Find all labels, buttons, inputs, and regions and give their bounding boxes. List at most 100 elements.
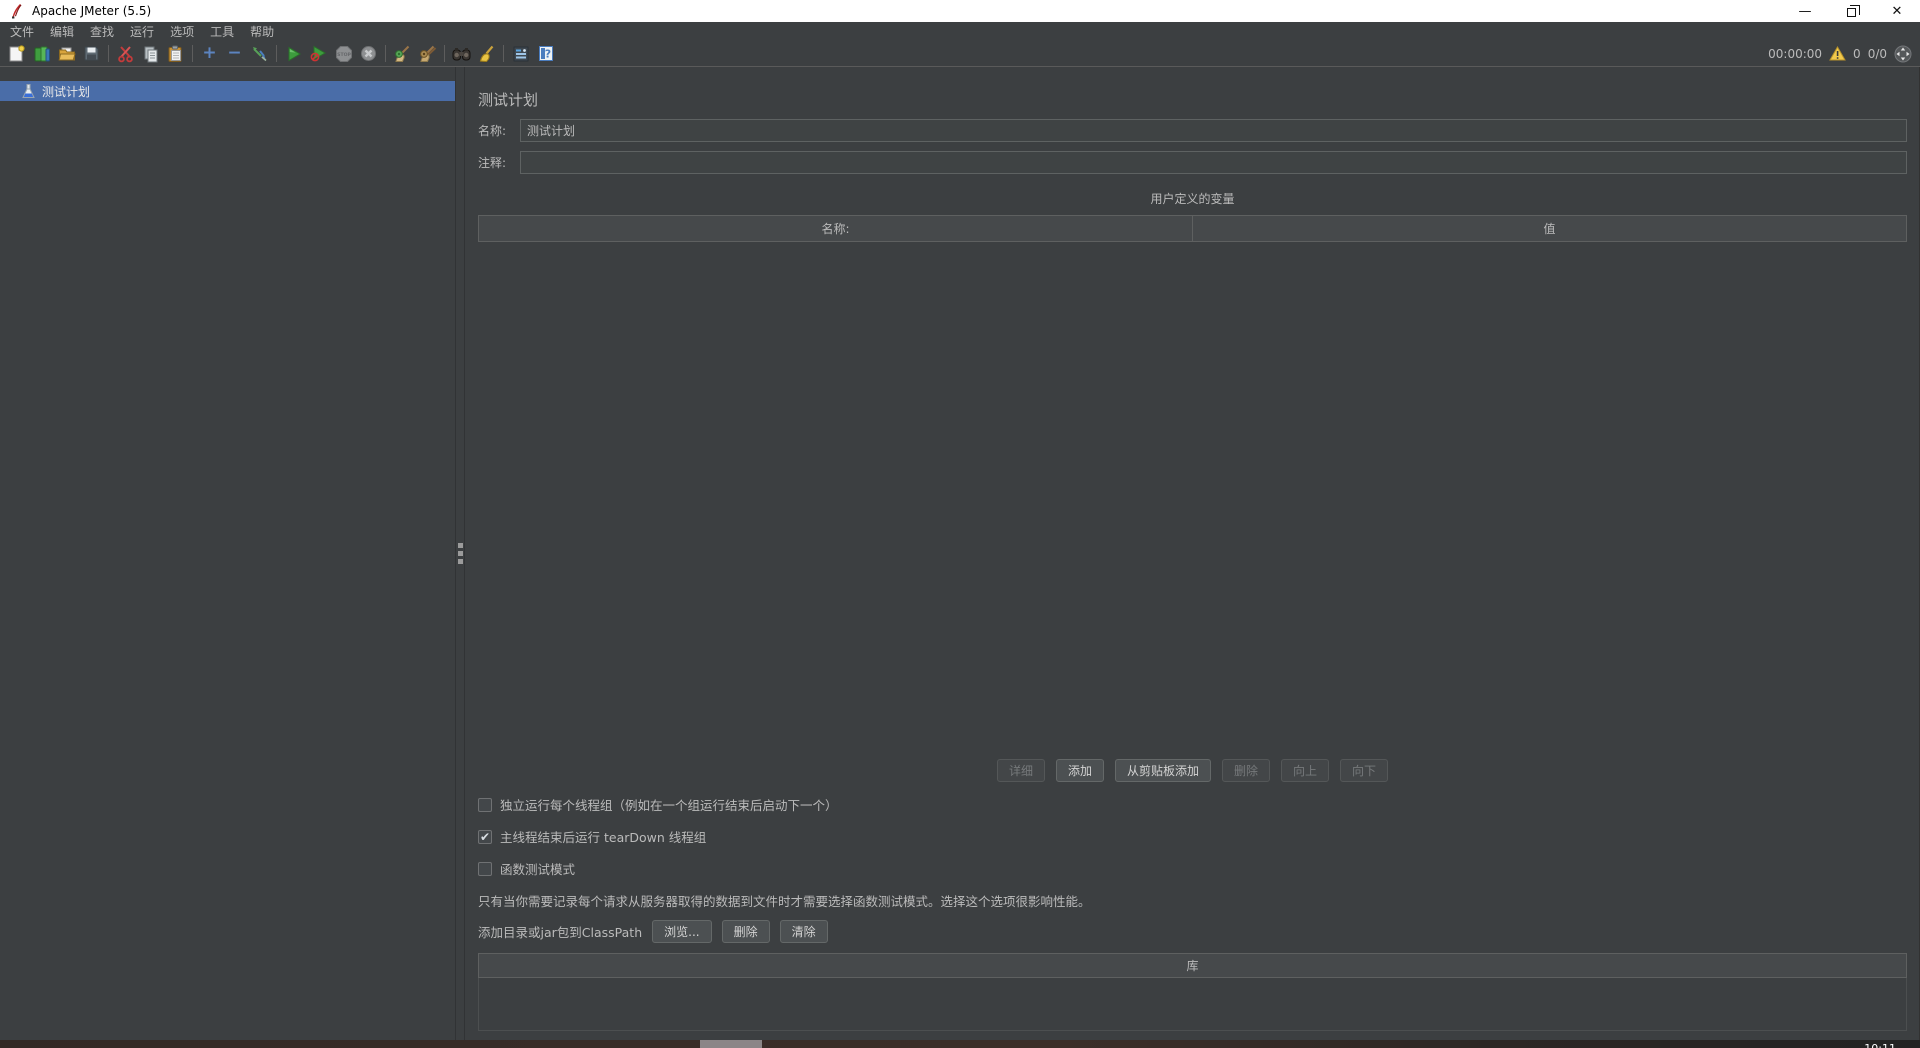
functional-mode-checkbox[interactable] bbox=[478, 861, 492, 876]
variables-button-row: 详细 添加 从剪贴板添加 删除 向上 向下 bbox=[478, 759, 1907, 782]
clear-all-button[interactable] bbox=[415, 42, 440, 65]
warning-count: 0 bbox=[1853, 46, 1861, 61]
paste-button[interactable] bbox=[163, 42, 188, 65]
restore-button[interactable] bbox=[1828, 0, 1874, 22]
copy-button[interactable] bbox=[138, 42, 163, 65]
classpath-delete-button[interactable]: 删除 bbox=[721, 920, 770, 943]
log-warning-icon[interactable] bbox=[1829, 46, 1846, 61]
new-file-button[interactable] bbox=[4, 42, 29, 65]
comment-field-row: 注释: bbox=[478, 151, 1907, 174]
cut-scissors-icon bbox=[117, 45, 133, 62]
collapse-all-button[interactable]: − bbox=[222, 42, 247, 65]
svg-text:?: ? bbox=[544, 48, 550, 61]
clear-button[interactable] bbox=[390, 42, 415, 65]
page-title: 测试计划 bbox=[478, 91, 539, 109]
name-label: 名称: bbox=[478, 124, 507, 138]
minimize-button[interactable]: — bbox=[1782, 0, 1828, 22]
column-header-name[interactable]: 名称: bbox=[479, 216, 1192, 241]
shutdown-x-icon bbox=[361, 46, 376, 61]
cut-button[interactable] bbox=[113, 42, 138, 65]
serialize-threadgroups-row: 独立运行每个线程组（例如在一个组运行结束后启动下一个） bbox=[478, 795, 1907, 814]
stop-button[interactable]: STOP bbox=[331, 42, 356, 65]
column-header-value[interactable]: 值 bbox=[1192, 216, 1906, 241]
function-helper-button[interactable] bbox=[508, 42, 533, 65]
menu-bar: 文件 编辑 查找 运行 选项 工具 帮助 bbox=[0, 22, 1920, 41]
start-button[interactable] bbox=[281, 42, 306, 65]
move-down-button[interactable]: 向下 bbox=[1340, 759, 1389, 782]
serialize-threadgroups-label: 独立运行每个线程组（例如在一个组运行结束后启动下一个） bbox=[500, 798, 838, 813]
start-play-icon bbox=[288, 46, 301, 61]
splitter-grip-dot bbox=[457, 559, 463, 564]
save-button[interactable] bbox=[79, 42, 104, 65]
window-title: Apache JMeter (5.5) bbox=[32, 4, 152, 18]
templates-icon bbox=[34, 46, 50, 61]
toggle-button[interactable] bbox=[247, 42, 272, 65]
toolbar-separator bbox=[192, 45, 193, 62]
tree-item-label: 测试计划 bbox=[42, 84, 91, 99]
library-table-header[interactable]: 库 bbox=[478, 953, 1907, 978]
tree-item-test-plan[interactable]: 测试计划 bbox=[0, 81, 455, 101]
save-icon bbox=[84, 46, 99, 61]
teardown-on-shutdown-row: ✔ 主线程结束后运行 tearDown 线程组 bbox=[478, 827, 1907, 846]
test-plan-flask-icon bbox=[22, 83, 35, 98]
function-helper-list-icon bbox=[513, 46, 528, 61]
search-reset-button[interactable] bbox=[474, 42, 499, 65]
test-plan-tree: 测试计划 bbox=[0, 67, 455, 1040]
svg-text:STOP: STOP bbox=[337, 52, 351, 58]
comment-input[interactable] bbox=[520, 151, 1907, 174]
search-button[interactable] bbox=[449, 42, 474, 65]
name-field-row: 名称: bbox=[478, 119, 1907, 142]
toggle-arrows-icon bbox=[252, 46, 267, 61]
toolbar-separator bbox=[444, 45, 445, 62]
user-variables-table-body[interactable] bbox=[478, 242, 1907, 759]
add-from-clipboard-button[interactable]: 从剪贴板添加 bbox=[1114, 759, 1211, 782]
close-button[interactable]: ✕ bbox=[1874, 0, 1920, 22]
browse-button[interactable]: 浏览... bbox=[652, 920, 712, 943]
teardown-on-shutdown-label: 主线程结束后运行 tearDown 线程组 bbox=[500, 830, 707, 845]
jmeter-feather-icon bbox=[6, 2, 26, 20]
test-plan-editor: 测试计划 名称: 注释: 用户定义的变量 名称: 值 详细 添加 从剪贴板添加 … bbox=[465, 67, 1920, 1040]
shutdown-button[interactable] bbox=[356, 42, 381, 65]
restore-icon bbox=[1846, 4, 1860, 17]
add-button[interactable]: 添加 bbox=[1055, 759, 1104, 782]
user-variables-title: 用户定义的变量 bbox=[1150, 192, 1235, 206]
menu-search[interactable]: 查找 bbox=[82, 22, 122, 41]
paste-clipboard-icon bbox=[168, 45, 182, 62]
classpath-label: 添加目录或jar包到ClassPath bbox=[478, 925, 643, 940]
new-file-icon bbox=[9, 44, 25, 61]
functional-mode-label: 函数测试模式 bbox=[500, 862, 576, 877]
open-file-button[interactable] bbox=[54, 42, 79, 65]
minus-icon: − bbox=[227, 43, 242, 63]
menu-edit[interactable]: 编辑 bbox=[42, 22, 82, 41]
help-icon: ? bbox=[538, 46, 553, 61]
serialize-threadgroups-checkbox[interactable] bbox=[478, 797, 492, 812]
start-no-timers-button[interactable] bbox=[306, 42, 331, 65]
delete-button[interactable]: 删除 bbox=[1222, 759, 1271, 782]
functional-mode-note: 只有当你需要记录每个请求从服务器取得的数据到文件时才需要选择函数测试模式。选择这… bbox=[478, 894, 1091, 909]
menu-tools[interactable]: 工具 bbox=[202, 22, 242, 41]
comment-label: 注释: bbox=[478, 156, 507, 170]
library-table-body[interactable] bbox=[478, 978, 1907, 1031]
detail-button[interactable]: 详细 bbox=[996, 759, 1045, 782]
taskbar-clock: 10:11 bbox=[1864, 1042, 1896, 1048]
menu-help[interactable]: 帮助 bbox=[242, 22, 282, 41]
expand-all-button[interactable]: + bbox=[197, 42, 222, 65]
toolbar-separator bbox=[108, 45, 109, 62]
menu-options[interactable]: 选项 bbox=[162, 22, 202, 41]
search-binoculars-icon bbox=[452, 47, 471, 60]
templates-button[interactable] bbox=[29, 42, 54, 65]
remote-status-icon[interactable] bbox=[1894, 45, 1912, 63]
classpath-clear-button[interactable]: 清除 bbox=[779, 920, 828, 943]
elapsed-timer: 00:00:00 bbox=[1768, 46, 1823, 61]
taskbar-app-segment[interactable] bbox=[700, 1040, 762, 1048]
panel-splitter[interactable] bbox=[455, 67, 465, 1040]
teardown-on-shutdown-checkbox[interactable]: ✔ bbox=[478, 829, 492, 844]
clear-broom-icon bbox=[395, 45, 410, 62]
move-up-button[interactable]: 向上 bbox=[1281, 759, 1330, 782]
toolbar-separator bbox=[276, 45, 277, 62]
clear-all-broom-icon bbox=[420, 45, 437, 62]
name-input[interactable] bbox=[520, 119, 1907, 142]
help-button[interactable]: ? bbox=[533, 42, 558, 65]
menu-file[interactable]: 文件 bbox=[2, 22, 42, 41]
menu-run[interactable]: 运行 bbox=[122, 22, 162, 41]
